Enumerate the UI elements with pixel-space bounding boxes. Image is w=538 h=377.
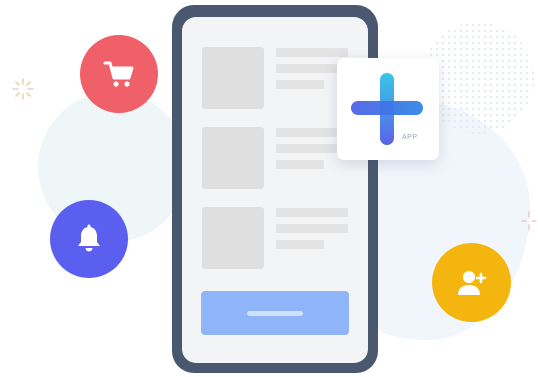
text-placeholder bbox=[276, 80, 324, 89]
plus-icon-horizontal bbox=[351, 101, 423, 115]
text-placeholder bbox=[276, 48, 348, 57]
app-label: APP bbox=[402, 134, 418, 141]
text-placeholder bbox=[276, 208, 348, 217]
button-label-placeholder bbox=[247, 311, 303, 316]
add-user-icon bbox=[457, 270, 486, 295]
image-placeholder bbox=[202, 47, 264, 109]
user-badge bbox=[432, 243, 511, 322]
image-placeholder bbox=[202, 207, 264, 269]
shopping-cart-icon bbox=[103, 61, 134, 87]
notification-badge bbox=[50, 200, 128, 278]
sparkle-icon bbox=[521, 211, 537, 231]
image-placeholder bbox=[202, 127, 264, 189]
cart-badge bbox=[80, 35, 158, 113]
sparkle-icon bbox=[12, 78, 34, 100]
bell-icon bbox=[78, 224, 100, 252]
text-placeholder bbox=[276, 160, 324, 169]
text-placeholder bbox=[276, 240, 324, 249]
text-placeholder bbox=[276, 224, 348, 233]
